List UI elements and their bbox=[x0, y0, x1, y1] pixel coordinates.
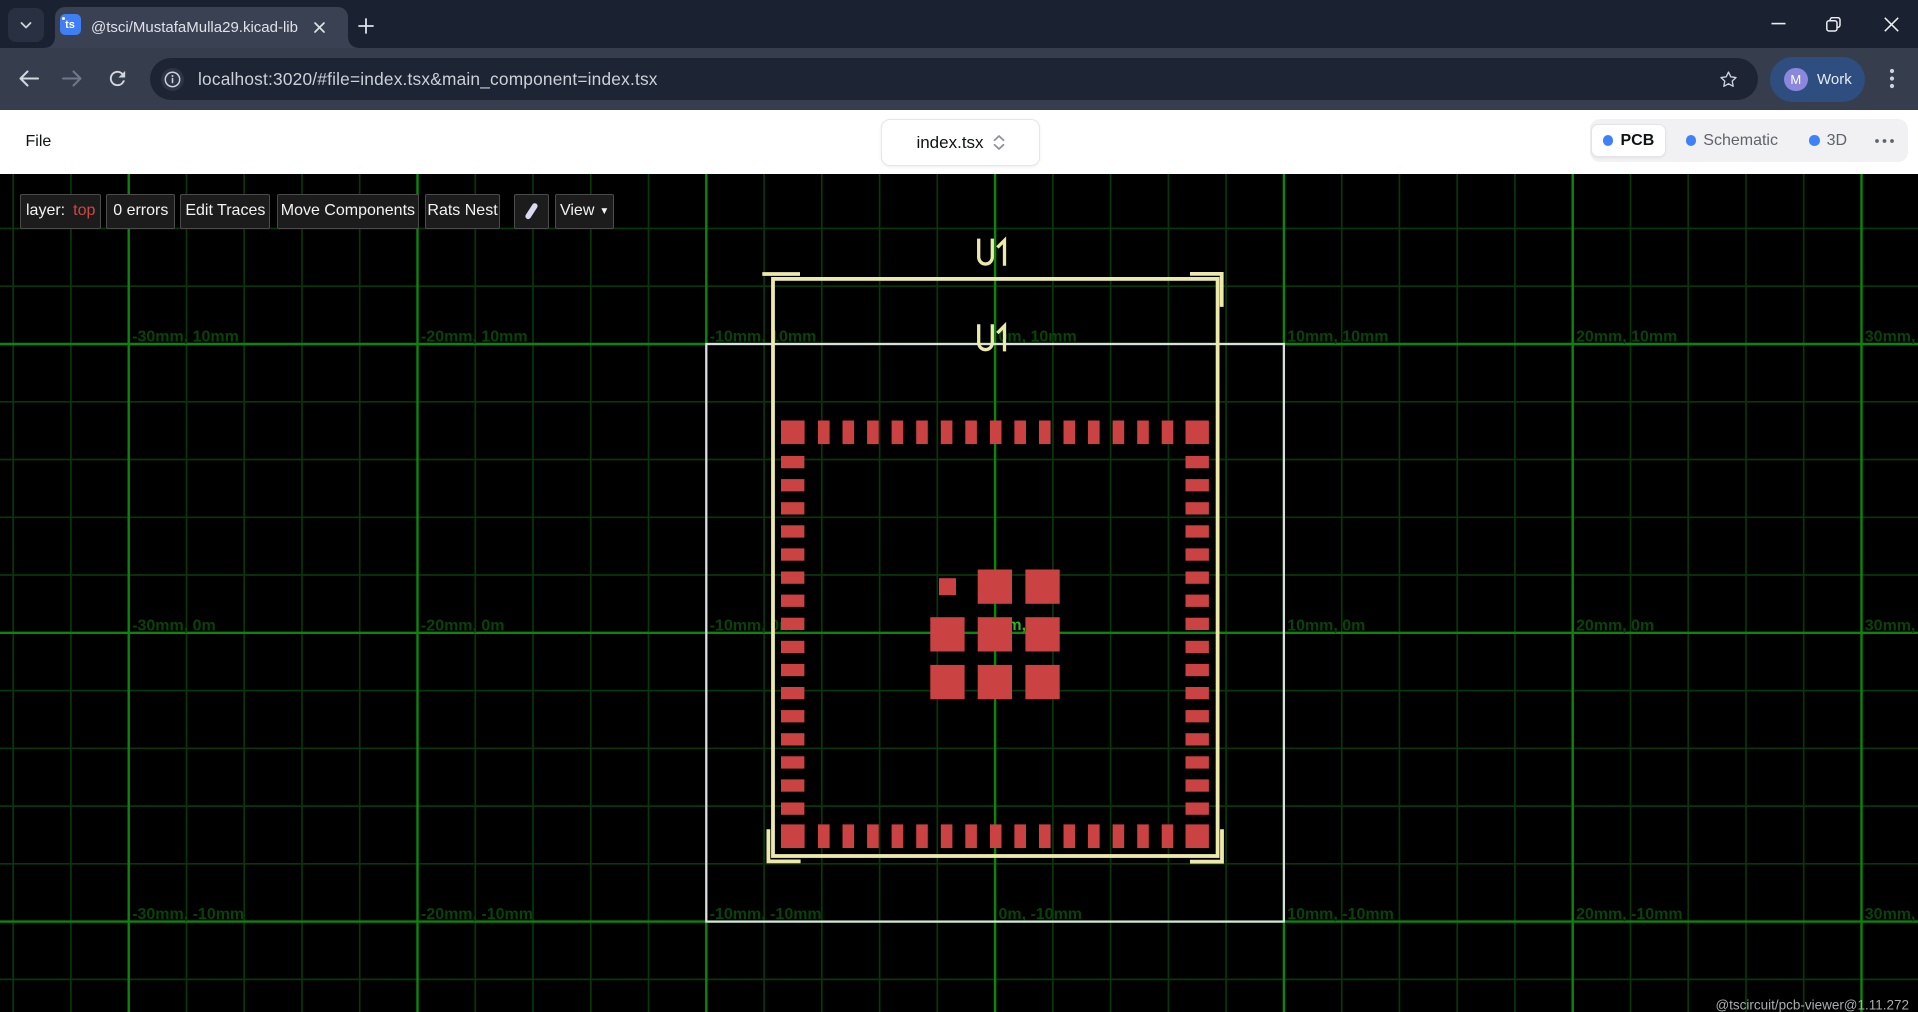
svg-text:-20mm, 10mm: -20mm, 10mm bbox=[421, 328, 528, 345]
svg-text:-20mm, -10mm: -20mm, -10mm bbox=[421, 906, 533, 923]
svg-text:10mm, -10mm: 10mm, -10mm bbox=[1287, 906, 1394, 923]
svg-text:30mm, -10mm: 30mm, -10mm bbox=[1865, 906, 1918, 923]
svg-text:-10mm, -10mm: -10mm, -10mm bbox=[710, 906, 822, 923]
svg-text:10mm, 10mm: 10mm, 10mm bbox=[1287, 328, 1388, 345]
svg-text:30mm, 10mm: 30mm, 10mm bbox=[1865, 328, 1918, 345]
svg-text:10mm, 0m: 10mm, 0m bbox=[1287, 617, 1365, 634]
svg-text:30mm, 0m: 30mm, 0m bbox=[1865, 617, 1918, 634]
svg-text:20mm, -10mm: 20mm, -10mm bbox=[1576, 906, 1683, 923]
svg-text:-20mm, 0m: -20mm, 0m bbox=[421, 617, 505, 634]
svg-text:-30mm, 10mm: -30mm, 10mm bbox=[132, 328, 239, 345]
svg-text:-30mm, -10mm: -30mm, -10mm bbox=[132, 906, 244, 923]
svg-text:-30mm, 0m: -30mm, 0m bbox=[132, 617, 216, 634]
svg-text:@tscircuit/pcb-viewer@1.11.272: @tscircuit/pcb-viewer@1.11.272 bbox=[1715, 997, 1909, 1012]
svg-text:0m, -10mm: 0m, -10mm bbox=[998, 906, 1082, 923]
svg-text:-10mm, 0m: -10mm, 0m bbox=[710, 617, 794, 634]
svg-text:20mm, 0m: 20mm, 0m bbox=[1576, 617, 1654, 634]
svg-text:20mm, 10mm: 20mm, 10mm bbox=[1576, 328, 1677, 345]
